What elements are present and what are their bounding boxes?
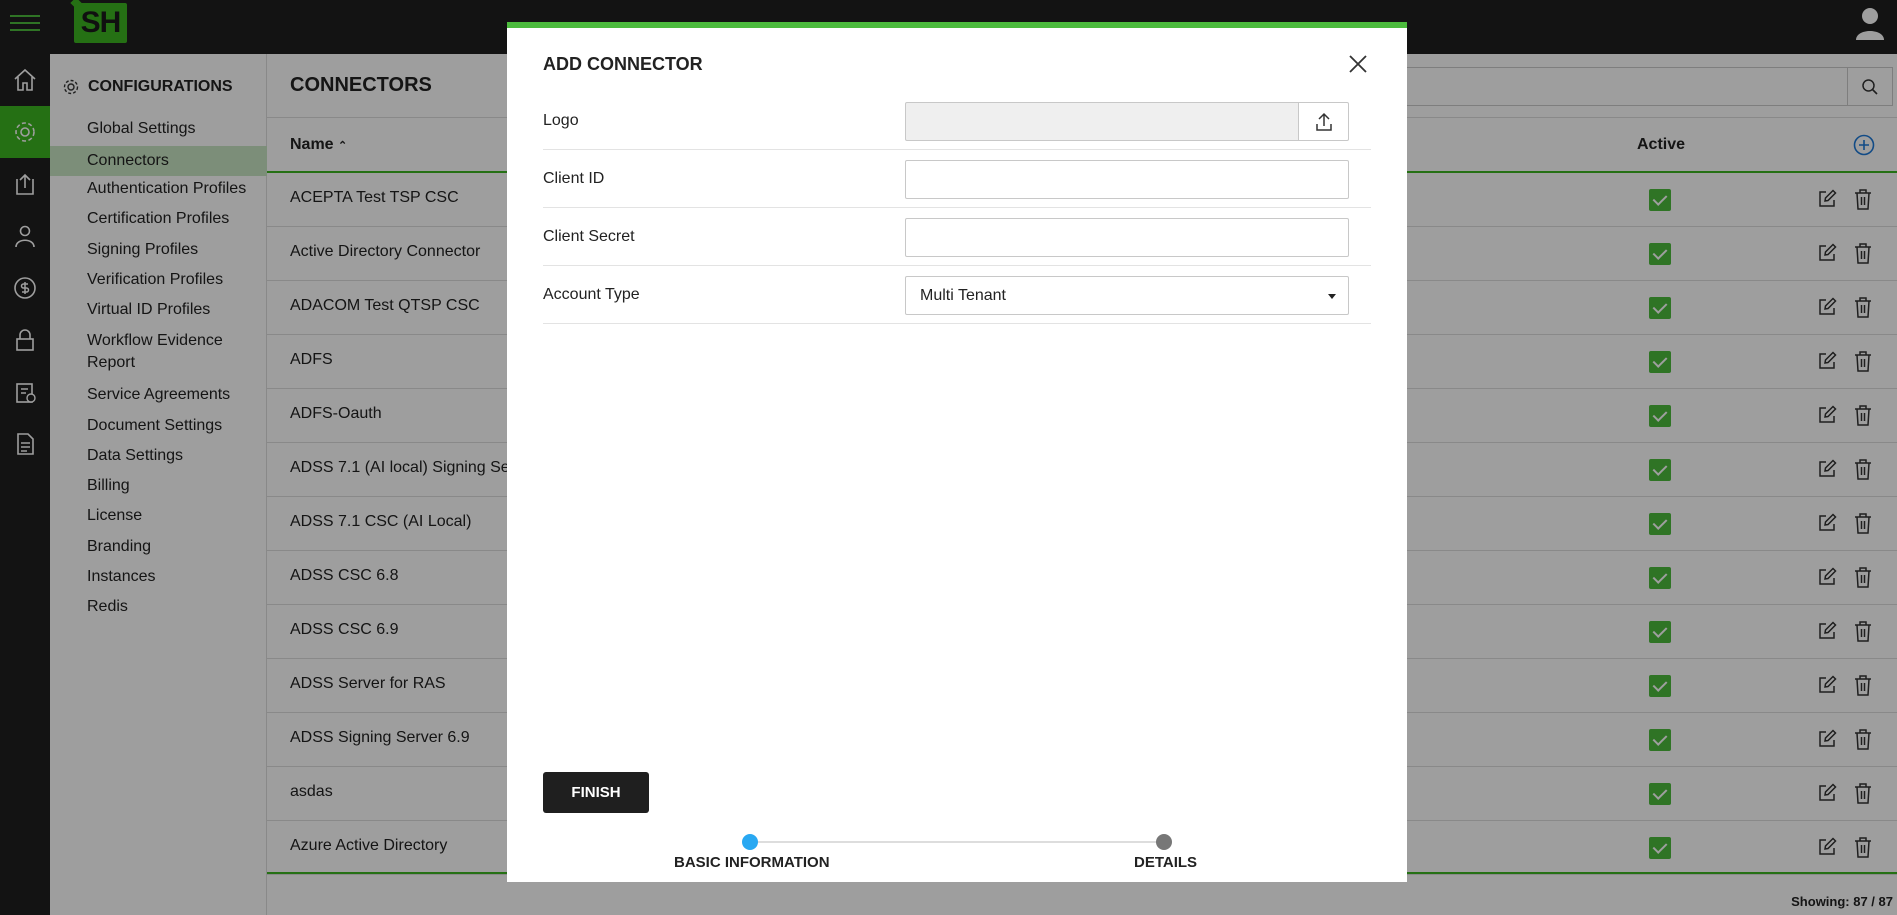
client-id-label: Client ID	[543, 170, 605, 187]
finish-button[interactable]: FINISH	[543, 772, 649, 813]
account-type-row: Account Type Multi Tenant	[543, 266, 1371, 324]
step-basic-information-dot[interactable]	[742, 834, 758, 850]
client-id-row: Client ID	[543, 150, 1371, 208]
step-basic-information-label[interactable]: BASIC INFORMATION	[674, 854, 830, 871]
dialog-title: ADD CONNECTOR	[543, 54, 703, 74]
stepper-line	[750, 841, 1164, 843]
upload-icon	[1315, 112, 1332, 131]
account-type-label: Account Type	[543, 286, 640, 303]
upload-logo-button[interactable]	[1298, 102, 1349, 141]
close-icon[interactable]	[1346, 52, 1370, 76]
logo-file-field[interactable]	[905, 102, 1299, 141]
step-details-dot[interactable]	[1156, 834, 1172, 850]
caret-down-icon	[1328, 294, 1336, 299]
logo-row: Logo	[543, 92, 1371, 150]
client-id-input[interactable]	[905, 160, 1349, 199]
add-connector-dialog: ADD CONNECTOR Logo Client ID Client Secr…	[507, 22, 1407, 882]
logo-label: Logo	[543, 112, 579, 129]
client-secret-label: Client Secret	[543, 228, 635, 245]
client-secret-row: Client Secret	[543, 208, 1371, 266]
account-type-value: Multi Tenant	[920, 287, 1006, 304]
step-details-label[interactable]: DETAILS	[1134, 854, 1197, 871]
account-type-select[interactable]: Multi Tenant	[905, 276, 1349, 315]
client-secret-input[interactable]	[905, 218, 1349, 257]
